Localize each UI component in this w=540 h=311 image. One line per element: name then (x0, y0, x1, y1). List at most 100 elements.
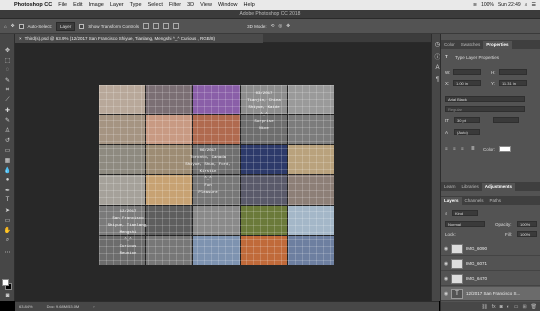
menu-list-icon[interactable]: ☰ (532, 2, 536, 8)
marquee-tool-icon[interactable]: ⬚ (3, 56, 12, 64)
justify-text-icon[interactable]: ≣ (471, 146, 475, 152)
3d-rotate-icon[interactable]: ⟲ (271, 23, 275, 29)
visibility-eye-icon[interactable]: ◉ (441, 246, 451, 252)
align-center-icon[interactable] (153, 23, 160, 29)
chevron-right-icon[interactable]: › (93, 304, 94, 309)
menu-help[interactable]: Help (244, 2, 255, 8)
menu-layer[interactable]: Layer (110, 2, 124, 8)
tab-paths[interactable]: Paths (487, 197, 505, 205)
healing-tool-icon[interactable]: ✚ (3, 106, 12, 114)
align-right-icon[interactable] (163, 23, 170, 29)
more-tools-icon[interactable]: ⋯ (3, 248, 12, 256)
font-family-dropdown[interactable]: Arial Black (445, 96, 525, 102)
zoom-tool-icon[interactable]: ⌕ (3, 236, 12, 244)
mask-icon[interactable]: ◙ (500, 304, 503, 310)
width-field[interactable] (453, 69, 481, 75)
align-left-text-icon[interactable]: ≡ (445, 146, 448, 151)
kerning-field[interactable] (493, 117, 519, 123)
lasso-tool-icon[interactable]: ◌ (3, 66, 12, 74)
text-tile-san-francisco[interactable]: 12/2017 San Francisco Shiyue, Tianlang, … (103, 209, 153, 258)
layer-row[interactable]: ◉ IMG_6071 (441, 257, 540, 271)
new-layer-icon[interactable]: ⊞ (522, 304, 526, 310)
stamp-tool-icon[interactable]: ♙ (3, 126, 12, 134)
visibility-eye-icon[interactable]: ◉ (441, 276, 451, 282)
home-icon[interactable]: ⌂ (4, 24, 7, 29)
menu-3d[interactable]: 3D (187, 2, 194, 8)
gradient-tool-icon[interactable]: ▦ (3, 156, 12, 164)
layer-filter-dropdown[interactable]: Kind (452, 210, 478, 216)
visibility-eye-icon[interactable]: ◉ (441, 261, 451, 267)
3d-roll-icon[interactable]: ◎ (278, 23, 282, 29)
canvas-area[interactable]: 03/2017 Tianjin, China Shiyue, Kaide ^_^… (15, 43, 439, 301)
pen-tool-icon[interactable]: ✒ (3, 186, 12, 194)
font-size-field[interactable]: 30 pt (454, 117, 480, 123)
brush-tool-icon[interactable]: ✎ (3, 116, 12, 124)
layer-row[interactable]: ◉ IMG_6470 (441, 272, 540, 286)
blend-mode-dropdown[interactable]: Normal (445, 221, 485, 227)
app-menu[interactable]: Photoshop CC (14, 2, 52, 8)
eyedropper-tool-icon[interactable]: ⟋ (3, 96, 12, 104)
font-style-dropdown[interactable]: Regular (445, 106, 525, 112)
move-tool-icon[interactable]: ✥ (11, 23, 15, 29)
wifi-icon[interactable]: ≋ (473, 2, 477, 8)
link-icon[interactable]: ⛓ (481, 304, 487, 310)
menu-select[interactable]: Select (148, 2, 163, 8)
text-tile-toronto[interactable]: 06/2017 Toronto, Canada Shiyue, Shuo, Fo… (181, 148, 235, 197)
leading-field[interactable]: (Auto) (454, 129, 480, 135)
auto-select-dropdown[interactable]: Layer (56, 21, 76, 31)
align-right-text-icon[interactable]: ≡ (461, 146, 464, 151)
x-field[interactable]: 1.00 in (453, 80, 481, 86)
doc-size[interactable]: Doc: 9.68M/53.0M (47, 304, 80, 309)
align-left-icon[interactable] (143, 23, 150, 29)
distribute-icon[interactable] (173, 23, 180, 29)
align-center-text-icon[interactable]: ≡ (453, 146, 456, 151)
tab-swatches[interactable]: Swatches (458, 41, 484, 49)
path-select-tool-icon[interactable]: ➤ (3, 206, 12, 214)
tab-adjustments[interactable]: Adjustments (481, 183, 516, 191)
trash-icon[interactable]: 🗑 (531, 304, 537, 310)
move-tool-icon[interactable]: ✥ (3, 46, 12, 54)
3d-pan-icon[interactable]: ✥ (286, 23, 290, 29)
artwork-canvas[interactable]: 03/2017 Tianjin, China Shiyue, Kaide ^_^… (99, 85, 334, 265)
menu-edit[interactable]: Edit (73, 2, 82, 8)
tab-channels[interactable]: Channels (462, 197, 487, 205)
layer-row-selected[interactable]: ◉ T 12/2017 San Francisco S... (441, 287, 540, 301)
fill-field[interactable]: 100% (517, 231, 537, 237)
tab-properties[interactable]: Properties (483, 41, 512, 49)
height-field[interactable] (499, 69, 527, 75)
tab-color[interactable]: Color (441, 41, 458, 49)
text-tile-tianjin[interactable]: 03/2017 Tianjin, China Shiyue, Kaide ^_^… (242, 91, 286, 133)
type-tool-icon[interactable]: T (3, 196, 12, 204)
text-color-swatch[interactable] (499, 146, 511, 152)
folder-icon[interactable]: ▭ (514, 304, 519, 310)
zoom-level[interactable]: 63.84% (19, 304, 33, 309)
hand-tool-icon[interactable]: ✋ (3, 226, 12, 234)
shape-tool-icon[interactable]: ▭ (3, 216, 12, 224)
search-icon[interactable]: ⌕ (525, 2, 528, 8)
layer-row[interactable]: ◉ IMG_6090 (441, 242, 540, 256)
y-field[interactable]: 11.31 in (499, 80, 527, 86)
menu-window[interactable]: Window (218, 2, 238, 8)
foreground-color-swatch[interactable] (2, 279, 9, 286)
menu-view[interactable]: View (200, 2, 212, 8)
document-tab[interactable]: × Third(s).psd @ 63.9% (12/2017 San Fran… (15, 34, 263, 43)
fx-icon[interactable]: fx (492, 304, 496, 310)
close-tab-icon[interactable]: × (19, 36, 22, 41)
menu-type[interactable]: Type (130, 2, 142, 8)
transform-controls-checkbox[interactable] (79, 23, 85, 29)
menu-filter[interactable]: Filter (169, 2, 181, 8)
blur-tool-icon[interactable]: 💧 (3, 166, 12, 174)
clock[interactable]: Sun 22:49 (498, 2, 521, 8)
eraser-tool-icon[interactable]: ▭ (3, 146, 12, 154)
tab-learn[interactable]: Learn (441, 183, 459, 191)
auto-select-checkbox[interactable] (18, 23, 24, 29)
battery-status[interactable]: 100% (481, 2, 494, 8)
history-brush-tool-icon[interactable]: ↺ (3, 136, 12, 144)
tab-libraries[interactable]: Libraries (459, 183, 482, 191)
quick-select-tool-icon[interactable]: ✎ (3, 76, 12, 84)
adjustment-icon[interactable]: ◐ (507, 304, 510, 310)
crop-tool-icon[interactable]: ⌗ (3, 86, 12, 94)
quick-mask-icon[interactable]: ◙ (3, 292, 12, 300)
visibility-eye-icon[interactable]: ◉ (441, 291, 451, 297)
tab-layers[interactable]: Layers (441, 197, 462, 205)
